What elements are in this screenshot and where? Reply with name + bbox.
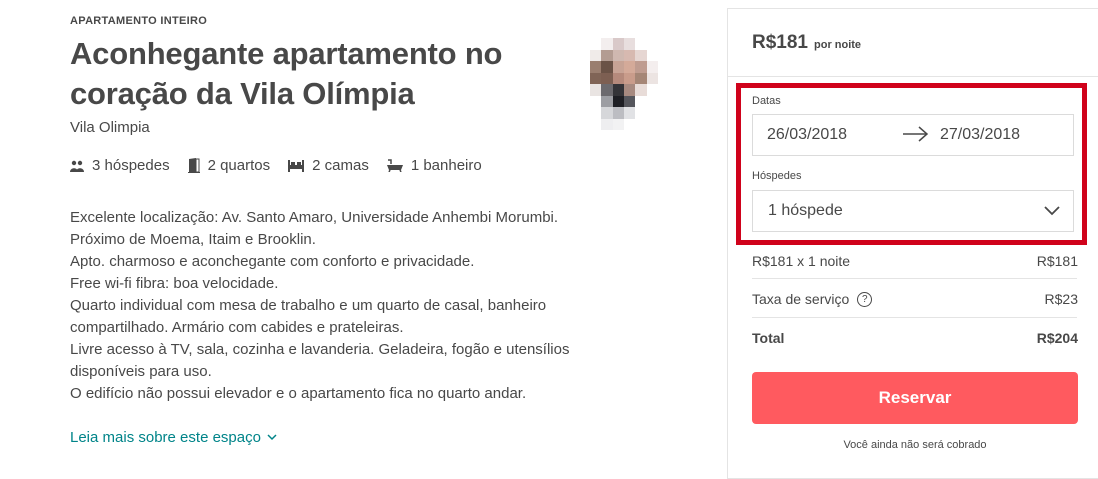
nightly-breakdown-label: R$181 x 1 noite — [752, 253, 851, 269]
description-line: O edifício não possui elevador e o apart… — [70, 385, 527, 402]
amenity-guests-label: 3 hóspedes — [92, 157, 170, 174]
total-label: Total — [752, 330, 785, 346]
bed-icon — [288, 159, 305, 172]
service-fee-label-group: Taxa de serviço? — [752, 290, 873, 308]
amenities-row: 3 hóspedes 2 quartos 2 camas 1 banheiro — [70, 157, 500, 174]
service-fee-value: R$23 — [1044, 291, 1078, 307]
price-breakdown-service: Taxa de serviço? R$23 — [752, 290, 1078, 308]
description-line: compartilhado. Armário com cabides e pra… — [70, 319, 404, 336]
listing-location: Vila Olimpia — [70, 119, 150, 136]
amenity-rooms: 2 quartos — [187, 157, 271, 174]
nightly-breakdown-value: R$181 — [1036, 253, 1078, 269]
divider — [728, 76, 1098, 77]
total-value: R$204 — [1036, 330, 1078, 346]
description-line: disponíveis para uso. — [70, 363, 212, 380]
reserve-button[interactable]: Reservar — [752, 372, 1078, 424]
bathtub-icon — [386, 159, 403, 172]
amenity-bathrooms: 1 banheiro — [386, 157, 482, 174]
amenity-beds-label: 2 camas — [312, 157, 369, 174]
description-line: Livre acesso à TV, sala, cozinha e lavan… — [70, 341, 570, 358]
read-more-label: Leia mais sobre este espaço — [70, 429, 261, 446]
listing-title: Aconhegante apartamento no coração da Vi… — [70, 34, 570, 114]
amenity-bathrooms-label: 1 banheiro — [410, 157, 482, 174]
description-line: Free wi-fi fibra: boa velocidade. — [70, 275, 279, 292]
price-value: R$181 — [752, 32, 808, 53]
description-line: Excelente localização: Av. Santo Amaro, … — [70, 209, 559, 226]
amenity-guests: 3 hóspedes — [70, 157, 170, 174]
listing-description: Excelente localização: Av. Santo Amaro, … — [70, 207, 670, 405]
price-breakdown-nightly: R$181 x 1 noite R$181 — [752, 252, 1078, 270]
divider — [752, 278, 1077, 279]
help-icon[interactable]: ? — [857, 292, 873, 308]
highlight-annotation — [736, 83, 1087, 245]
price-unit: por noite — [814, 39, 862, 51]
guests-icon — [70, 160, 84, 172]
listing-title-line-2: coração da Vila Olímpia — [70, 76, 415, 111]
chevron-down-icon — [267, 434, 277, 441]
amenity-beds: 2 camas — [288, 157, 369, 174]
description-line: Apto. charmoso e aconchegante com confor… — [70, 253, 475, 270]
description-line: Quarto individual com mesa de trabalho e… — [70, 297, 547, 314]
service-fee-label: Taxa de serviço — [752, 290, 850, 307]
listing-type: APARTAMENTO INTEIRO — [70, 15, 208, 27]
booking-card: R$181 por noite Datas 26/03/2018 27/03/2… — [727, 8, 1098, 479]
no-charge-note: Você ainda não será cobrado — [843, 439, 987, 451]
divider — [752, 317, 1077, 318]
door-icon — [187, 158, 200, 173]
description-line: Próximo de Moema, Itaim e Brooklin. — [70, 231, 316, 248]
read-more-link[interactable]: Leia mais sobre este espaço — [70, 429, 277, 446]
price-total: Total R$204 — [752, 329, 1078, 347]
nightly-price: R$181 por noite — [752, 32, 861, 54]
amenity-rooms-label: 2 quartos — [207, 157, 271, 174]
listing-title-line-1: Aconhegante apartamento no — [70, 36, 503, 71]
host-avatar[interactable] — [590, 38, 658, 130]
